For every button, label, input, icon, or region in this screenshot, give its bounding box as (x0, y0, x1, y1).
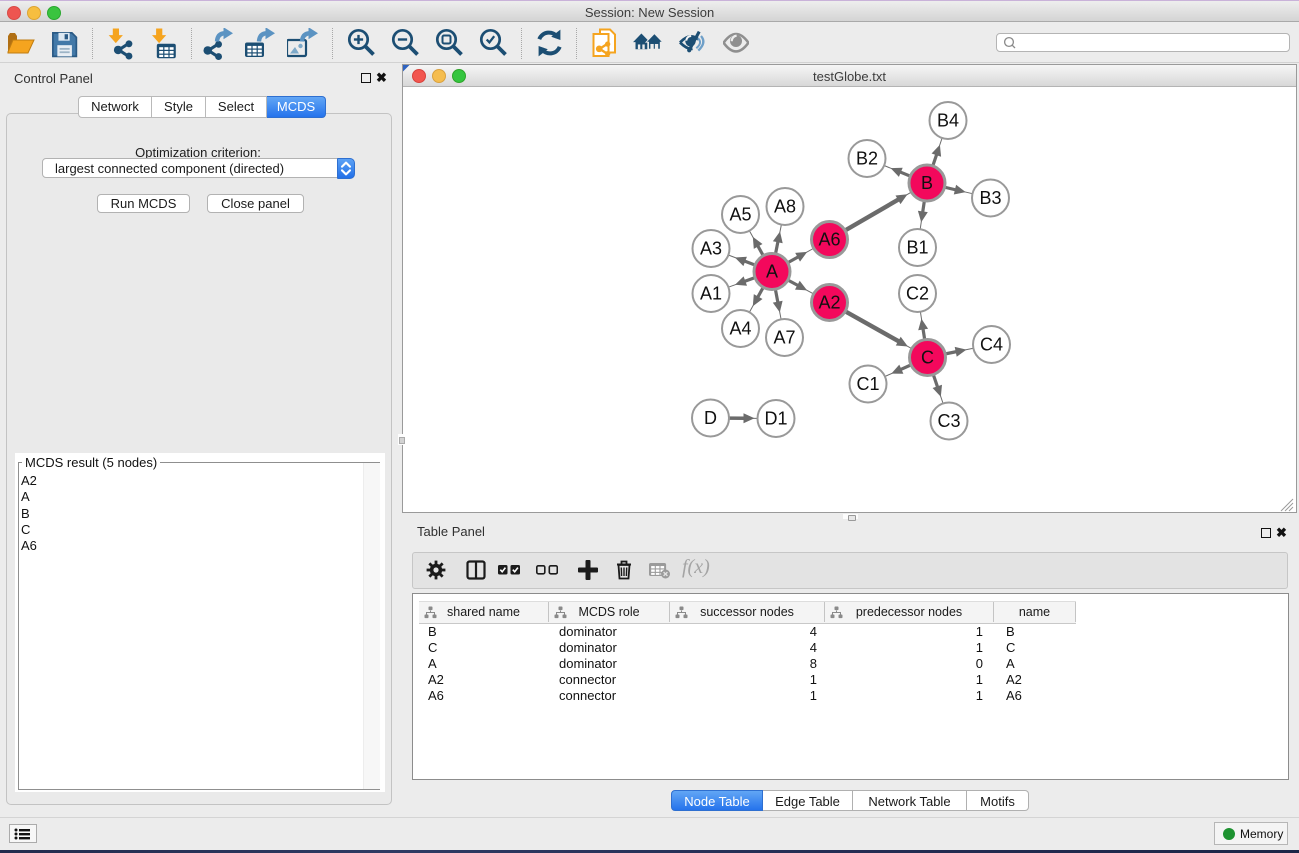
svg-text:A3: A3 (700, 239, 722, 259)
svg-text:C1: C1 (856, 374, 879, 394)
svg-text:A1: A1 (700, 284, 722, 304)
svg-text:D1: D1 (764, 409, 787, 429)
svg-text:C: C (921, 348, 934, 368)
svg-text:A7: A7 (773, 328, 795, 348)
svg-text:A8: A8 (774, 197, 796, 217)
svg-text:C3: C3 (937, 411, 960, 431)
svg-text:A5: A5 (729, 205, 751, 225)
svg-text:B4: B4 (937, 111, 959, 131)
svg-text:C4: C4 (980, 335, 1003, 355)
svg-text:D: D (704, 408, 717, 428)
svg-text:C2: C2 (906, 284, 929, 304)
svg-text:B1: B1 (906, 238, 928, 258)
svg-text:B3: B3 (979, 188, 1001, 208)
svg-text:B2: B2 (856, 149, 878, 169)
svg-text:A4: A4 (729, 319, 751, 339)
svg-text:A6: A6 (818, 230, 840, 250)
svg-text:A2: A2 (818, 293, 840, 313)
svg-text:B: B (921, 173, 933, 193)
svg-text:A: A (766, 262, 778, 282)
